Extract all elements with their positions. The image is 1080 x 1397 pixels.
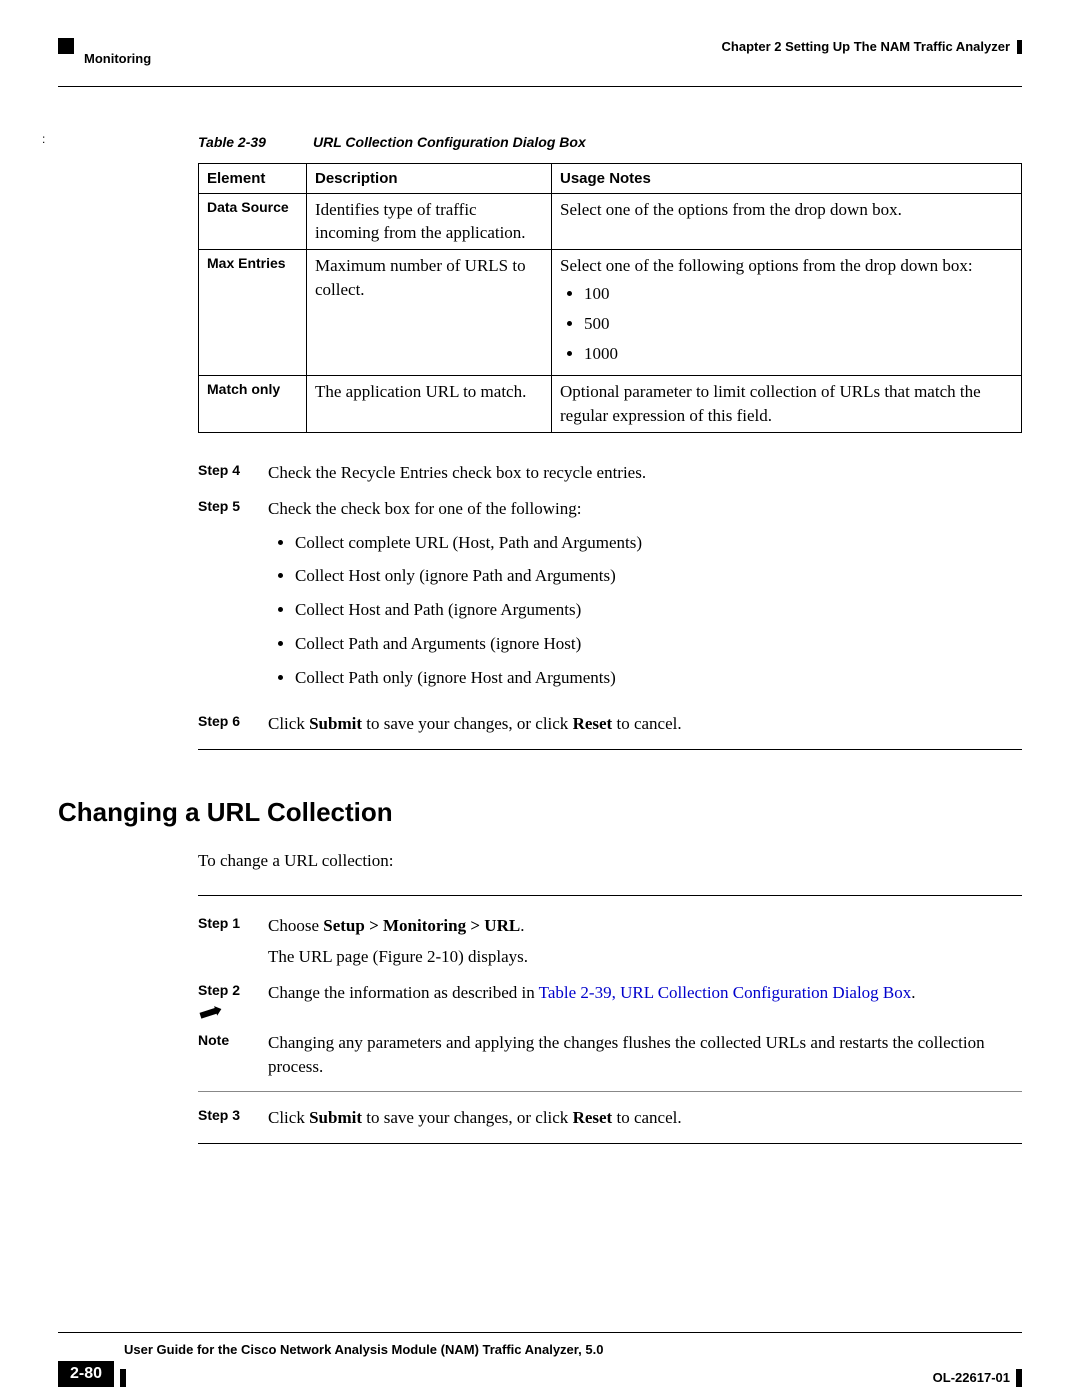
th-usage: Usage Notes <box>552 163 1022 193</box>
steps-block-b: Step 1 Choose Setup > Monitoring > URL. … <box>198 914 1022 1130</box>
cell-usage: Select one of the options from the drop … <box>552 193 1022 250</box>
footer-rule <box>58 1332 1022 1333</box>
step-row: Step 6 Click Submit to save your changes… <box>198 712 1022 736</box>
list-item: 1000 <box>584 342 1013 366</box>
running-header: Chapter 2 Setting Up The NAM Traffic Ana… <box>58 38 1022 68</box>
th-element: Element <box>199 163 307 193</box>
header-section: Monitoring <box>84 50 151 68</box>
step-body: Choose Setup > Monitoring > URL. The URL… <box>268 914 1022 970</box>
note-rule <box>198 1091 1022 1092</box>
end-rule <box>198 749 1022 750</box>
note-label: Note <box>198 1031 268 1051</box>
footer-book-title: User Guide for the Cisco Network Analysi… <box>124 1342 603 1357</box>
table-title: URL Collection Configuration Dialog Box <box>313 134 586 150</box>
step-body: Click Submit to save your changes, or cl… <box>268 712 1022 736</box>
list-item: 100 <box>584 282 1013 306</box>
step-row: Step 3 Click Submit to save your changes… <box>198 1106 1022 1130</box>
cell-usage: Select one of the following options from… <box>552 250 1022 376</box>
note-row: Note Changing any parameters and applyin… <box>198 1017 1022 1079</box>
table-number: Table 2-39 <box>198 133 313 153</box>
step-row: Step 2 Change the information as describ… <box>198 981 1022 1005</box>
step-body: Check the Recycle Entries check box to r… <box>268 461 1022 485</box>
step-body: Check the check box for one of the follo… <box>268 497 1022 700</box>
step-label: Step 1 <box>198 914 268 970</box>
table-caption: Table 2-39URL Collection Configuration D… <box>198 133 1022 153</box>
list-item: 500 <box>584 312 1013 336</box>
crossref-link[interactable]: Table 2-39, URL Collection Configuration… <box>539 983 912 1002</box>
header-rule <box>58 86 1022 87</box>
cell-element: Max Entries <box>199 250 307 376</box>
footer-right-bar <box>1016 1369 1022 1387</box>
usage-intro: Select one of the following options from… <box>560 256 973 275</box>
steps-top-rule <box>198 895 1022 896</box>
list-item: Collect Host only (ignore Path and Argum… <box>295 564 1022 588</box>
header-chapter: Chapter 2 Setting Up The NAM Traffic Ana… <box>722 38 1010 56</box>
list-item: Collect complete URL (Host, Path and Arg… <box>295 531 1022 555</box>
step-text: Check the check box for one of the follo… <box>268 499 581 518</box>
step-label: Step 6 <box>198 712 268 736</box>
page-number: 2-80 <box>58 1361 114 1387</box>
list-item: Collect Host and Path (ignore Arguments) <box>295 598 1022 622</box>
cell-desc: Maximum number of URLS to collect. <box>307 250 552 376</box>
header-right-bar <box>1017 40 1022 54</box>
step-row: Step 4 Check the Recycle Entries check b… <box>198 461 1022 485</box>
table-row: Max Entries Maximum number of URLS to co… <box>199 250 1022 376</box>
list-item: Collect Path only (ignore Host and Argum… <box>295 666 1022 690</box>
cell-desc: Identifies type of traffic incoming from… <box>307 193 552 250</box>
step-label: Step 3 <box>198 1106 268 1130</box>
step-label: Step 4 <box>198 461 268 485</box>
th-description: Description <box>307 163 552 193</box>
step-row: Step 5 Check the check box for one of th… <box>198 497 1022 700</box>
step-body: Click Submit to save your changes, or cl… <box>268 1106 1022 1130</box>
cell-element: Data Source <box>199 193 307 250</box>
intro-text: To change a URL collection: <box>198 849 1022 873</box>
steps-bottom-rule <box>198 1143 1022 1144</box>
step-body: Change the information as described in T… <box>268 981 1022 1005</box>
footer-block-icon <box>120 1369 126 1387</box>
table-row: Data Source Identifies type of traffic i… <box>199 193 1022 250</box>
cell-element: Match only <box>199 376 307 433</box>
main-content: : Table 2-39URL Collection Configuration… <box>58 133 1022 1144</box>
section-heading: Changing a URL Collection <box>58 794 1022 830</box>
footer: User Guide for the Cisco Network Analysi… <box>58 1332 1022 1387</box>
step-row: Step 1 Choose Setup > Monitoring > URL. … <box>198 914 1022 970</box>
steps-block-a: Step 4 Check the Recycle Entries check b… <box>198 461 1022 735</box>
config-table: Element Description Usage Notes Data Sou… <box>198 163 1022 433</box>
table-row: Match only The application URL to match.… <box>199 376 1022 433</box>
header-square-icon <box>58 38 74 54</box>
cell-desc: The application URL to match. <box>307 376 552 433</box>
stray-colon: : <box>42 131 45 148</box>
note-body: Changing any parameters and applying the… <box>268 1031 1022 1079</box>
step-label: Step 5 <box>198 497 268 700</box>
doc-number: OL-22617-01 <box>933 1369 1010 1387</box>
cell-usage: Optional parameter to limit collection o… <box>552 376 1022 433</box>
list-item: Collect Path and Arguments (ignore Host) <box>295 632 1022 656</box>
